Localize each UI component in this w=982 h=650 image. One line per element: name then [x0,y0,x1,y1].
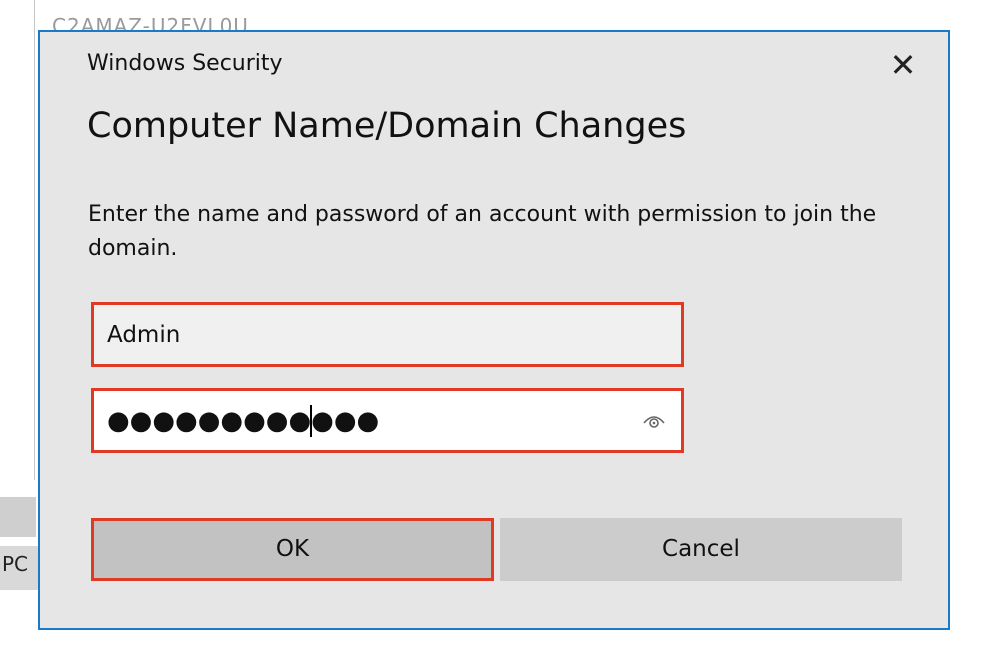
text-cursor [310,405,312,437]
password-field[interactable] [107,391,627,450]
windows-security-dialog: Windows Security ✕ Computer Name/Domain … [38,30,950,630]
dialog-caption: Windows Security [87,51,283,76]
password-field-frame [91,388,684,453]
reveal-password-eye-icon[interactable] [641,408,667,434]
dialog-description: Enter the name and password of an accoun… [88,202,877,261]
dialog-heading: Computer Name/Domain Changes [87,106,687,146]
close-icon[interactable]: ✕ [888,49,918,81]
cancel-button[interactable]: Cancel [500,518,902,581]
username-field-frame [91,302,684,367]
username-field[interactable] [107,305,627,364]
background-window-panel [0,0,35,480]
background-button-strip [0,497,36,537]
background-side-label: PC [0,546,38,590]
ok-button[interactable]: OK [91,518,494,581]
